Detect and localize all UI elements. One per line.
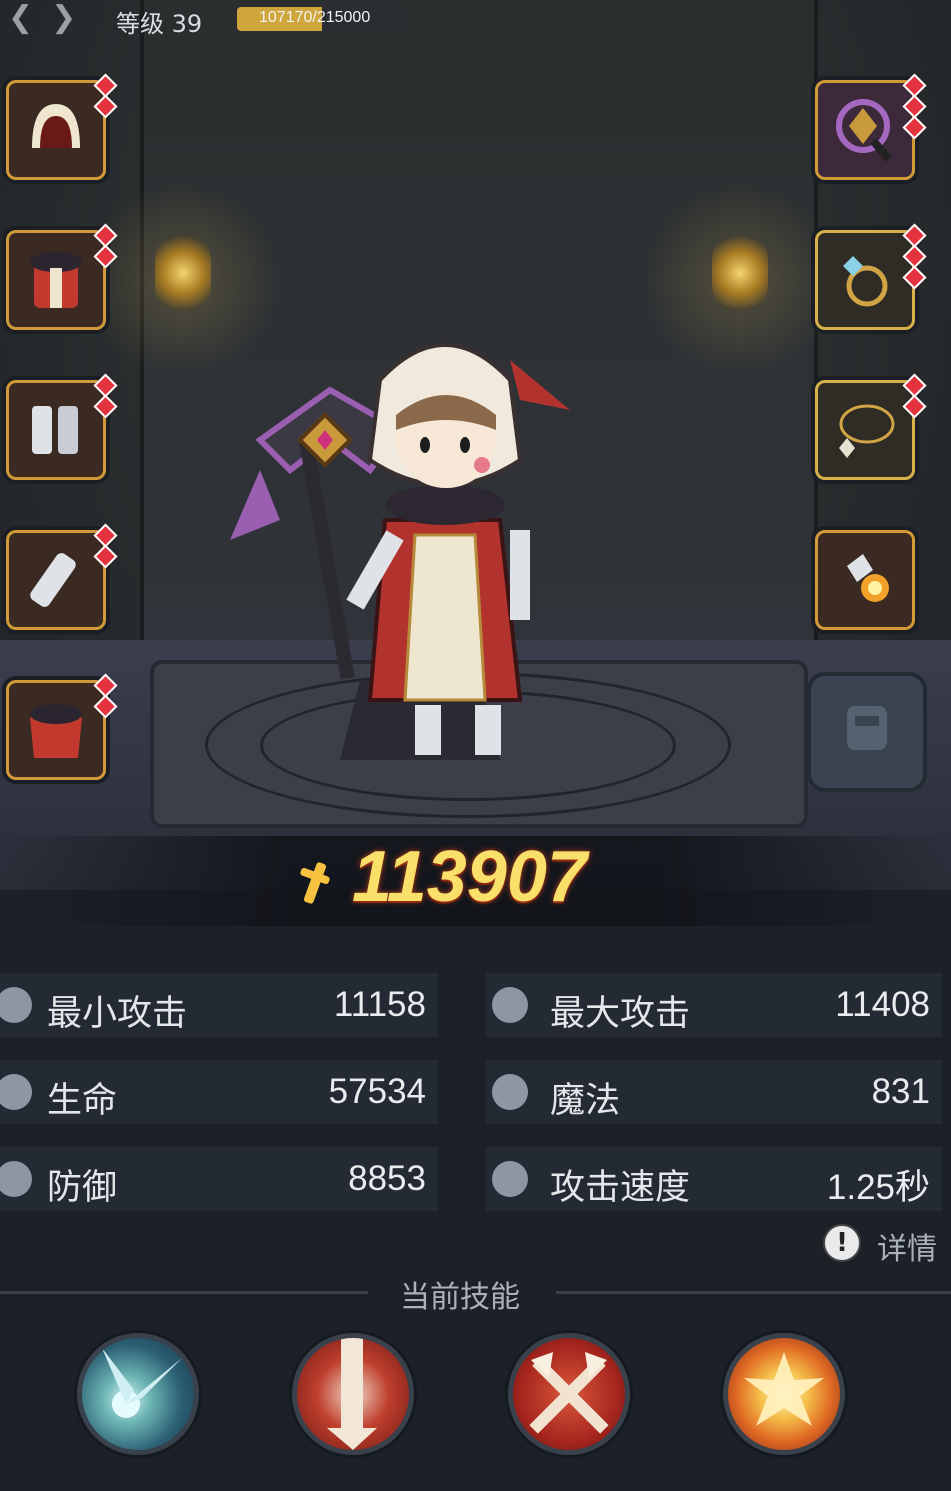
empty-slot-locked[interactable] xyxy=(811,676,923,788)
stat-value: 11408 xyxy=(835,985,930,1024)
equip-slot-hood[interactable] xyxy=(6,73,118,180)
equip-slot-weapon[interactable] xyxy=(815,73,927,180)
divider-left xyxy=(0,1291,368,1294)
shield-icon xyxy=(0,1161,32,1197)
skill-crossed-axes[interactable] xyxy=(508,1333,630,1455)
stat-label: 最大攻击 xyxy=(550,994,691,1034)
stat-attack-speed: 攻击速度 1.25秒 xyxy=(486,1147,942,1211)
cape-icon xyxy=(30,704,82,758)
ring-icon xyxy=(843,256,888,307)
sword-power-icon xyxy=(300,862,330,904)
fire-explosion-icon xyxy=(744,1352,824,1426)
hood-icon xyxy=(32,104,80,148)
stat-max-attack: 最大攻击 11408 xyxy=(486,973,942,1037)
equip-slot-bracer[interactable] xyxy=(6,523,118,630)
divider-right xyxy=(556,1291,951,1294)
gem-indicator xyxy=(93,223,118,269)
hero-character[interactable] xyxy=(220,320,600,760)
crossed-axes-icon xyxy=(529,1352,609,1434)
top-bar: ❮❯ 等级 39 107170/215000 xyxy=(0,0,951,40)
ice-burst-icon xyxy=(102,1348,182,1418)
gem-indicator xyxy=(902,223,927,290)
double-chevron-back-icon[interactable]: ❮❯ xyxy=(8,0,94,35)
flame-charm-icon xyxy=(847,554,889,602)
skill-fire-explosion[interactable] xyxy=(723,1333,845,1455)
details-label: 详情 xyxy=(877,1232,937,1267)
sword-icon xyxy=(0,987,32,1023)
equip-slot-cape[interactable] xyxy=(6,673,118,780)
stat-value: 57534 xyxy=(328,1072,426,1111)
speed-sword-icon xyxy=(492,1161,528,1197)
stat-value: 8853 xyxy=(348,1159,426,1198)
armor-stand-icon xyxy=(847,706,887,750)
gem-indicator xyxy=(93,523,118,569)
stat-label: 魔法 xyxy=(550,1081,621,1121)
bracer-icon xyxy=(30,553,76,607)
holy-strike-icon xyxy=(327,1338,377,1450)
stat-mana: 魔法 831 xyxy=(486,1060,942,1124)
gem-indicator xyxy=(93,373,118,419)
combat-power-value: 113907 xyxy=(352,837,587,917)
gem-indicator xyxy=(902,73,927,140)
equip-slot-ring[interactable] xyxy=(815,223,927,330)
lamp-right-icon xyxy=(712,235,768,311)
heart-icon xyxy=(0,1074,32,1110)
lamp-left-icon xyxy=(155,235,211,311)
mana-swirl-icon xyxy=(492,1074,528,1110)
gem-indicator xyxy=(93,73,118,119)
axe-staff-icon xyxy=(836,99,892,162)
stat-hp: 生命 57534 xyxy=(0,1060,438,1124)
character-scene: ❮❯ 等级 39 107170/215000 xyxy=(0,0,951,890)
equip-slot-robe[interactable] xyxy=(6,223,118,330)
exclamation-icon: ! xyxy=(823,1224,861,1262)
xp-progress-bar: 107170/215000 xyxy=(237,7,408,31)
stat-value: 1.25秒 xyxy=(826,1168,930,1207)
skill-holy-strike[interactable] xyxy=(292,1333,414,1455)
xp-text: 107170/215000 xyxy=(259,9,371,26)
equip-slot-boots[interactable] xyxy=(6,373,118,480)
stat-defense: 防御 8853 xyxy=(0,1147,438,1211)
stat-label: 生命 xyxy=(47,1081,118,1121)
skill-ice-burst[interactable] xyxy=(77,1333,199,1455)
stat-min-attack: 最小攻击 11158 xyxy=(0,973,438,1037)
boots-icon xyxy=(32,406,78,454)
stat-value: 11158 xyxy=(333,985,426,1024)
stat-value: 831 xyxy=(871,1072,930,1111)
necklace-icon xyxy=(839,404,895,458)
stat-label: 攻击速度 xyxy=(550,1168,691,1208)
skills-header: 当前技能 xyxy=(400,1280,520,1315)
level-label: 等级 39 xyxy=(116,10,203,38)
gem-indicator xyxy=(93,673,118,719)
stat-label: 防御 xyxy=(47,1168,118,1208)
equip-slot-charm[interactable] xyxy=(815,530,915,630)
gem-indicator xyxy=(902,373,927,419)
sword-icon xyxy=(492,987,528,1023)
robe-icon xyxy=(30,252,82,308)
equip-slot-necklace[interactable] xyxy=(815,373,927,480)
stat-label: 最小攻击 xyxy=(47,994,188,1034)
